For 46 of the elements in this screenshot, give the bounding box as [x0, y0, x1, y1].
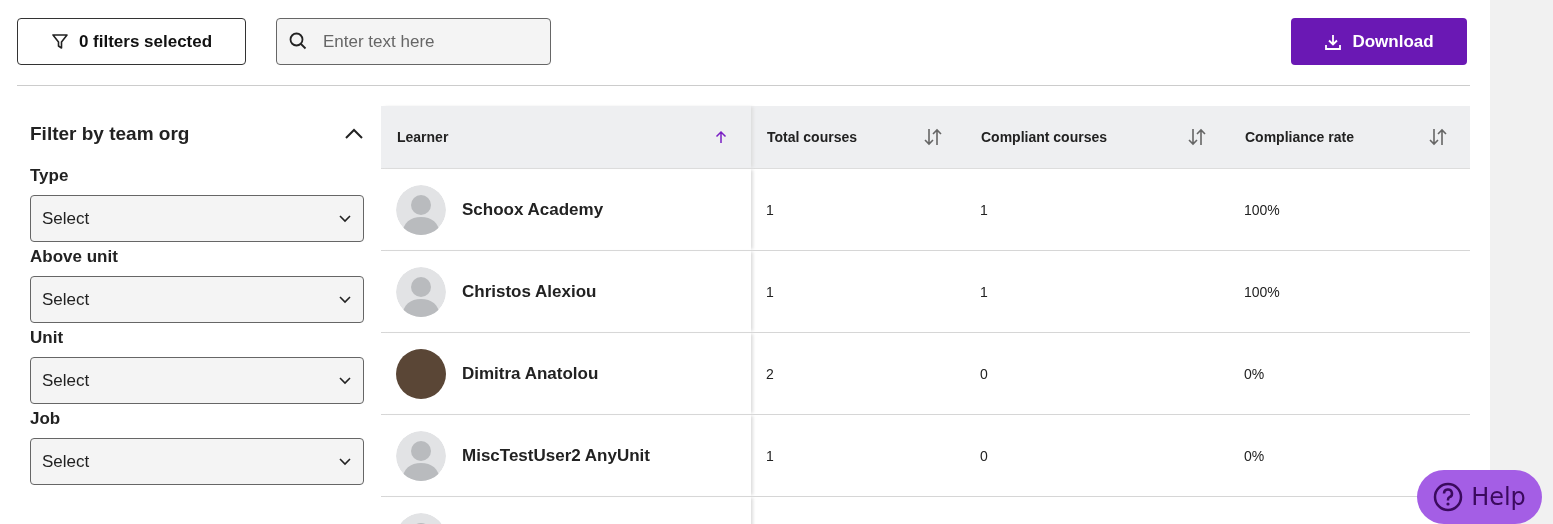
table-cell: 100%	[1244, 201, 1280, 218]
sort-icon	[1428, 128, 1448, 146]
column-header[interactable]: Learner	[381, 106, 751, 168]
chevron-icon[interactable]	[344, 127, 364, 140]
filter-icon	[50, 32, 69, 51]
help-icon	[1433, 482, 1464, 512]
filter-label: Type	[30, 166, 70, 186]
chevron-down-icon	[339, 295, 351, 304]
chevron-down-icon	[339, 376, 351, 385]
table-cell: 1	[766, 201, 774, 218]
filter-label: Above unit	[30, 247, 119, 267]
table-cell: 1	[980, 283, 988, 300]
table-cell: 1	[766, 447, 774, 464]
select-dropdown[interactable]: Select	[30, 276, 364, 323]
sidebar-title: Filter by team org	[30, 122, 190, 145]
learner-name[interactable]: Christos Alexiou	[462, 281, 597, 302]
filters-button[interactable]: 0 filters selected	[17, 18, 246, 65]
select-dropdown[interactable]: Select	[30, 438, 364, 485]
table-cell: 0%	[1244, 447, 1265, 464]
help-button[interactable]: Help	[1417, 470, 1542, 524]
column-header[interactable]: Compliant courses	[965, 106, 1229, 168]
chevron-down-icon	[339, 214, 351, 223]
download-icon	[1324, 32, 1343, 51]
chevron-down-icon	[339, 457, 351, 466]
table-cell: 1	[980, 201, 988, 218]
filter-label: Unit	[30, 328, 65, 348]
table-cell: 1	[766, 283, 774, 300]
learner-name[interactable]: MiscTestUser2 AnyUnit	[462, 445, 650, 466]
download-button[interactable]: Download	[1291, 18, 1467, 65]
learner-name[interactable]: Dimitra Anatolou	[462, 363, 599, 384]
sort-icon	[1187, 128, 1207, 146]
search-field[interactable]: Enter text here	[276, 18, 551, 65]
table-cell: 0	[980, 447, 988, 464]
select-dropdown[interactable]: Select	[30, 357, 364, 404]
column-header[interactable]: Compliance rate	[1229, 106, 1470, 168]
table-cell: 100%	[1244, 283, 1280, 300]
select-dropdown[interactable]: Select	[30, 195, 364, 242]
column-header[interactable]: Total courses	[751, 106, 965, 168]
sort-ascending-icon	[715, 130, 727, 144]
filter-label: Job	[30, 409, 62, 429]
learner-name[interactable]: Schoox Academy	[462, 199, 604, 220]
table-cell: 0	[980, 365, 988, 382]
search-icon	[289, 32, 307, 50]
table-cell: 0%	[1244, 365, 1265, 382]
sort-icon	[923, 128, 943, 146]
table-cell: 2	[766, 365, 774, 382]
